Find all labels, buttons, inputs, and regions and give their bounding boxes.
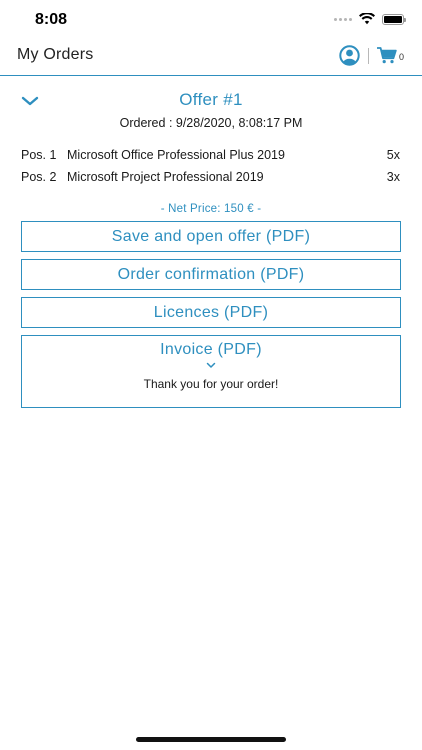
cellular-signal-icon	[334, 17, 352, 21]
save-open-offer-button[interactable]: Save and open offer (PDF)	[21, 221, 401, 252]
status-icons	[334, 13, 406, 25]
shopping-cart-icon	[376, 47, 397, 64]
order-confirmation-button[interactable]: Order confirmation (PDF)	[21, 259, 401, 290]
battery-icon	[382, 13, 406, 25]
nav-actions: 0	[339, 45, 404, 66]
position-quantity: 5x	[386, 148, 400, 162]
page-title: My Orders	[17, 46, 94, 63]
order-card: Offer #1 Ordered : 9/28/2020, 8:08:17 PM…	[21, 90, 401, 408]
thank-you-message: Thank you for your order!	[143, 377, 279, 391]
offer-title: Offer #1	[179, 90, 243, 109]
position-product: Microsoft Project Professional 2019	[67, 170, 264, 184]
ordered-date: Ordered : 9/28/2020, 8:08:17 PM	[119, 116, 303, 130]
position-list: Pos. 1 Microsoft Office Professional Plu…	[21, 144, 401, 188]
chevron-down-icon[interactable]	[21, 94, 39, 108]
position-quantity: 3x	[386, 170, 400, 184]
cart-button[interactable]: 0	[376, 47, 404, 64]
invoice-button[interactable]: Invoice (PDF) Thank you for your order!	[21, 335, 401, 408]
user-circle-icon[interactable]	[339, 45, 360, 66]
invoice-label: Invoice (PDF)	[160, 341, 262, 358]
net-price: - Net Price: 150 € -	[160, 203, 262, 215]
chevron-down-icon	[206, 362, 216, 368]
licences-button[interactable]: Licences (PDF)	[21, 297, 401, 328]
list-item: Pos. 2 Microsoft Project Professional 20…	[21, 166, 401, 188]
cart-count: 0	[398, 52, 404, 62]
status-time: 8:08	[35, 11, 68, 28]
app-screen: 8:08 My Orders 0 Offer #1 Ordered: 9/28…	[0, 0, 422, 750]
home-indicator[interactable]	[136, 737, 286, 742]
nav-divider	[367, 47, 369, 64]
wifi-icon	[359, 13, 375, 25]
nav-bar: My Orders 0	[0, 40, 422, 76]
position-label: Pos. 2	[21, 170, 57, 184]
position-label: Pos. 1	[21, 148, 57, 162]
status-bar: 8:08	[0, 0, 422, 40]
offer-header: Offer #1	[21, 90, 401, 112]
position-product: Microsoft Office Professional Plus 2019	[67, 148, 285, 162]
list-item: Pos. 1 Microsoft Office Professional Plu…	[21, 144, 401, 166]
